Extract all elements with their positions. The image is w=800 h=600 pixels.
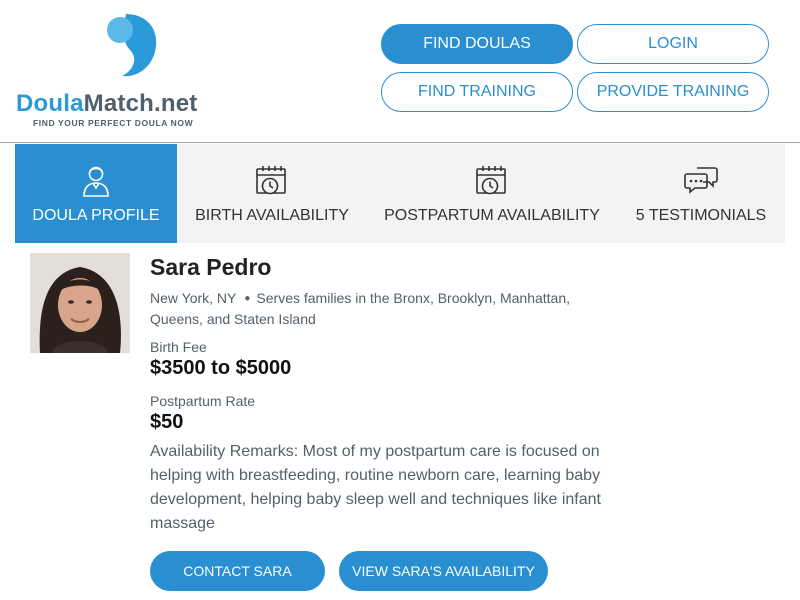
tab-testimonials[interactable]: 5 TESTIMONIALS	[617, 144, 785, 243]
logo-mark-icon	[107, 14, 157, 77]
login-button[interactable]: LOGIN	[577, 24, 769, 64]
postpartum-rate-value: $50	[150, 411, 184, 433]
find-doulas-button[interactable]: FIND DOULAS	[381, 24, 573, 64]
tab-postpartum-availability[interactable]: POSTPARTUM AVAILABILITY	[367, 144, 617, 243]
tab-postpartum-availability-label: POSTPARTUM AVAILABILITY	[384, 207, 600, 224]
site-header: DoulaMatch.net FIND YOUR PERFECT DOULA N…	[0, 0, 800, 143]
tab-doula-profile-label: DOULA PROFILE	[32, 207, 160, 224]
logo-wordmark-part2: Match.net	[83, 90, 198, 117]
tab-birth-availability-label: BIRTH AVAILABILITY	[195, 207, 349, 224]
availability-remarks: Availability Remarks: Most of my postpar…	[150, 443, 601, 532]
provide-training-button[interactable]: PROVIDE TRAINING	[577, 72, 769, 112]
contact-button[interactable]: CONTACT SARA	[150, 551, 325, 591]
logo-wordmark-part1: Doula	[16, 90, 84, 117]
profile-tabs: DOULA PROFILE BIRTH AVAILABILITY POSTPAR…	[15, 144, 785, 243]
find-training-button[interactable]: FIND TRAINING	[381, 72, 573, 112]
doula-photo	[30, 253, 130, 353]
logo-wordmark: DoulaMatch.net	[16, 90, 197, 118]
doula-name: Sara Pedro	[150, 254, 272, 280]
tab-birth-availability[interactable]: BIRTH AVAILABILITY	[177, 144, 367, 243]
site-logo[interactable]: DoulaMatch.net FIND YOUR PERFECT DOULA N…	[16, 10, 221, 132]
doula-location: New York, NY ● Serves families in the Bron…	[150, 288, 620, 330]
person-icon	[76, 162, 116, 200]
birth-fee-label: Birth Fee	[150, 339, 207, 355]
chat-bubbles-icon	[681, 162, 721, 200]
logo-tagline: FIND YOUR PERFECT DOULA NOW	[33, 118, 194, 128]
tab-doula-profile[interactable]: DOULA PROFILE	[15, 144, 177, 243]
doula-city: New York, NY	[150, 290, 237, 306]
view-availability-button[interactable]: VIEW SARA'S AVAILABILITY	[339, 551, 548, 591]
tab-testimonials-label: 5 TESTIMONIALS	[635, 207, 767, 224]
postpartum-rate-label: Postpartum Rate	[150, 393, 256, 409]
calendar-clock-icon	[252, 162, 292, 200]
bullet-separator: ●	[244, 293, 251, 304]
birth-fee-value: $3500 to $5000	[150, 357, 292, 379]
calendar-clock-icon	[472, 162, 512, 200]
